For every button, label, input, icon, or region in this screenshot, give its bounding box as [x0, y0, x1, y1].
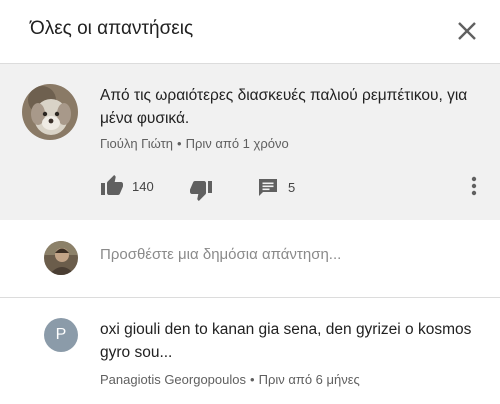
thumb-down-icon	[190, 181, 212, 201]
header: Όλες οι απαντήσεις	[0, 0, 500, 64]
user-avatar[interactable]	[44, 241, 78, 275]
top-comment: Από τις ωραιότερες διασκευές παλιού ρεμπ…	[0, 64, 500, 220]
comment-timestamp[interactable]: Πριν από 1 χρόνο	[186, 136, 289, 151]
more-options-button[interactable]	[462, 172, 486, 202]
dog-photo-avatar-image	[22, 84, 78, 140]
comment-icon	[259, 179, 277, 196]
like-count: 140	[132, 178, 154, 194]
meta-separator: •	[250, 372, 255, 387]
dislike-button[interactable]	[189, 178, 213, 202]
like-button[interactable]: 140	[100, 174, 154, 198]
reply-count-button[interactable]: 5	[256, 175, 295, 199]
letter-avatar[interactable]: P	[44, 318, 78, 352]
reply-input[interactable]	[100, 246, 480, 263]
comment-text: Από τις ωραιότερες διασκευές παλιού ρεμπ…	[100, 87, 468, 127]
reply-meta: Panagiotis Georgopoulos • Πριν από 6 μήνες	[100, 372, 360, 387]
comment-actions: 140 5	[0, 172, 500, 202]
close-icon	[458, 22, 476, 40]
meta-separator: •	[177, 136, 182, 151]
avatar[interactable]	[22, 84, 78, 140]
reply-comment: P oxi giouli den to kanan gia sena, den …	[0, 298, 500, 404]
reply-author[interactable]: Panagiotis Georgopoulos	[100, 372, 246, 387]
page-title: Όλες οι απαντήσεις	[30, 18, 194, 39]
reply-count: 5	[288, 179, 296, 195]
user-photo-avatar-image	[44, 241, 78, 275]
reply-text: oxi giouli den to kanan gia sena, den gy…	[100, 321, 472, 361]
thumb-up-icon	[101, 175, 123, 195]
comment-author[interactable]: Γιούλη Γιώτη	[100, 136, 173, 151]
add-reply-row	[0, 220, 500, 298]
reply-timestamp[interactable]: Πριν από 6 μήνες	[259, 372, 360, 387]
comment-meta: Γιούλη Γιώτη • Πριν από 1 χρόνο	[100, 136, 289, 151]
more-vertical-icon	[471, 176, 477, 196]
close-button[interactable]	[450, 14, 484, 48]
